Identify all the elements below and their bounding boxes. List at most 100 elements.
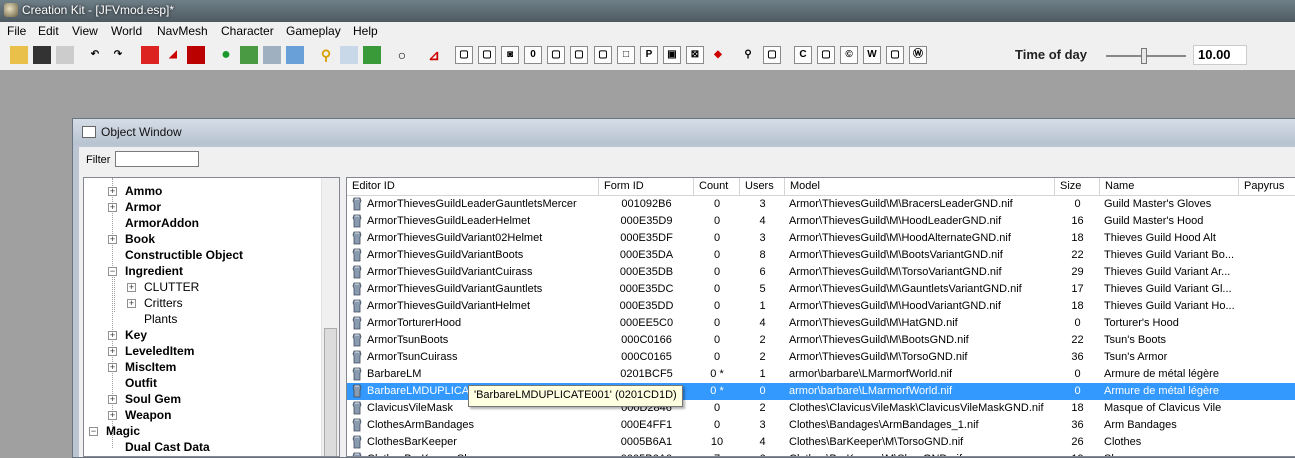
open-icon[interactable]: [10, 46, 28, 64]
cell-model: Clothes\BarKeeper\M\TorsoGND.nif: [789, 436, 964, 448]
category-tree[interactable]: + Ammo + Armor ArmorAddon + Book Constructible …: [83, 177, 340, 457]
table-row[interactable]: ArmorThievesGuildVariant02Helmet 000E35DF…: [347, 230, 1295, 247]
armor-icon: [350, 214, 364, 228]
cube-outline-icon[interactable]: ▢: [547, 46, 565, 64]
table-row[interactable]: ArmorThievesGuildVariantBoots 000E35DA 0 8 A…: [347, 247, 1295, 264]
cell-count: 0: [713, 419, 721, 431]
collapse-icon[interactable]: −: [89, 427, 98, 436]
expand-icon[interactable]: +: [108, 187, 117, 196]
expand-icon[interactable]: +: [108, 395, 117, 404]
table-row[interactable]: ArmorThievesGuildVariantGauntlets 000E35D…: [347, 281, 1295, 298]
toolbar-p-button[interactable]: P: [640, 46, 658, 64]
cell-editor-id: ArmorThievesGuildVariantHelmet: [367, 300, 531, 312]
save-icon[interactable]: [33, 46, 51, 64]
expand-icon[interactable]: +: [108, 331, 117, 340]
menu-world[interactable]: World: [111, 24, 142, 38]
column-header-form-id[interactable]: Form ID: [599, 178, 694, 195]
table-row[interactable]: ArmorTorturerHood 000EE5C0 0 4 Armor\Thieves…: [347, 315, 1295, 332]
expand-icon[interactable]: +: [108, 235, 117, 244]
table-row[interactable]: ArmorThievesGuildVariantCuirass 000E35DB 0…: [347, 264, 1295, 281]
table-row[interactable]: BarbareLM 0201BCF5 0 * 1 armor\barbare\LMarm…: [347, 366, 1295, 383]
menu-character[interactable]: Character: [221, 24, 274, 38]
toolbar-c-button[interactable]: C: [794, 46, 812, 64]
cube-c-icon[interactable]: ▢: [817, 46, 835, 64]
undo-icon[interactable]: ↶: [86, 46, 104, 64]
menu-view[interactable]: View: [72, 24, 98, 38]
expand-icon[interactable]: +: [108, 203, 117, 212]
circle-zero-icon[interactable]: 0: [524, 46, 542, 64]
toolbar-w-button[interactable]: W: [863, 46, 881, 64]
cube-small-icon[interactable]: ▢: [594, 46, 612, 64]
expand-icon[interactable]: +: [108, 347, 117, 356]
expand-icon[interactable]: +: [127, 299, 136, 308]
colored-nodes-icon[interactable]: ◆: [709, 46, 727, 64]
angle-icon[interactable]: ⊿: [425, 46, 443, 64]
filter-input[interactable]: [115, 151, 199, 167]
cube-camera-icon[interactable]: ▢: [763, 46, 781, 64]
render-window-icon[interactable]: [141, 46, 159, 64]
cell-model: Clothes\Bandages\ArmBandages_1.nif: [789, 419, 979, 431]
square-dot-icon[interactable]: ▣: [663, 46, 681, 64]
speech-bubble-icon[interactable]: ○: [393, 46, 411, 64]
table-row[interactable]: ClothesArmBandages 000E4FF1 0 3 Clothes\Band…: [347, 417, 1295, 434]
cell-users: 3: [759, 232, 766, 244]
table-row[interactable]: ClothesBarKeeper 0005B6A1 10 4 Clothes\BarKe…: [347, 434, 1295, 451]
menu-edit[interactable]: Edit: [38, 24, 59, 38]
menu-file[interactable]: File: [7, 24, 26, 38]
pin-icon[interactable]: ⚲: [739, 46, 757, 64]
landscape-icon[interactable]: [240, 46, 258, 64]
column-header-count[interactable]: Count: [694, 178, 740, 195]
object-window: Object Window Filter + Ammo + Armor ArmorAdd…: [72, 118, 1295, 458]
grass-icon[interactable]: [363, 46, 381, 64]
redo-icon[interactable]: ↷: [109, 46, 127, 64]
time-of-day-value[interactable]: 10.00: [1193, 45, 1247, 65]
object-list[interactable]: Editor ID Form ID Count Users Model Size Name P…: [346, 177, 1295, 457]
cell-editor-id: ArmorThievesGuildVariantBoots: [367, 249, 524, 261]
triangle-icon[interactable]: ◢: [164, 46, 182, 64]
square-icon[interactable]: □: [617, 46, 635, 64]
cube-m-icon[interactable]: ▢: [478, 46, 496, 64]
tree-item-label: Plants: [144, 312, 178, 326]
table-row[interactable]: ArmorThievesGuildLeaderGauntletsMercer 00…: [347, 196, 1295, 213]
table-row[interactable]: ClothesBarKeeperShoes0005B6A076Clothes\B…: [347, 451, 1295, 456]
markers-icon[interactable]: [187, 46, 205, 64]
circle-w-icon[interactable]: Ⓦ: [909, 46, 927, 64]
cube-w-icon[interactable]: ▢: [886, 46, 904, 64]
menu-help[interactable]: Help: [353, 24, 378, 38]
cross-box-icon[interactable]: ⊠: [686, 46, 704, 64]
copyright-icon[interactable]: ©: [840, 46, 858, 64]
table-row[interactable]: ArmorTsunCuirass 000C0165 0 2 Armor\ThievesG…: [347, 349, 1295, 366]
column-header-users[interactable]: Users: [740, 178, 785, 195]
column-header-name[interactable]: Name: [1100, 178, 1239, 195]
menu-navmesh[interactable]: NavMesh: [157, 24, 208, 38]
tree-scrollbar-thumb[interactable]: [324, 328, 337, 456]
cell-size: 36: [1071, 351, 1084, 363]
havok-icon[interactable]: [263, 46, 281, 64]
light-bulb-icon[interactable]: ⚲: [317, 46, 335, 64]
cell-users: 3: [759, 419, 766, 431]
column-header-papyrus[interactable]: Papyrus: [1239, 178, 1295, 195]
cell-users: 4: [759, 436, 766, 448]
expand-icon[interactable]: +: [108, 411, 117, 420]
table-row[interactable]: ArmorThievesGuildVariantHelmet 000E35DD 0 1…: [347, 298, 1295, 315]
cube-icon[interactable]: ▢: [455, 46, 473, 64]
preferences-icon[interactable]: [56, 46, 74, 64]
tree-scrollbar[interactable]: [321, 178, 339, 456]
expand-icon[interactable]: +: [127, 283, 136, 292]
table-row[interactable]: ArmorThievesGuildLeaderHelmet 000E35D9 0 4 A…: [347, 213, 1295, 230]
fx-icon[interactable]: [286, 46, 304, 64]
cube-copy-icon[interactable]: ▢: [570, 46, 588, 64]
time-of-day-slider-thumb[interactable]: [1141, 48, 1147, 64]
expand-icon[interactable]: +: [108, 363, 117, 372]
cell-size: 22: [1071, 334, 1084, 346]
column-header-model[interactable]: Model: [785, 178, 1055, 195]
sky-icon[interactable]: [340, 46, 358, 64]
sphere-icon[interactable]: ●: [217, 46, 235, 64]
cube-circle-icon[interactable]: ◙: [501, 46, 519, 64]
column-header-size[interactable]: Size: [1055, 178, 1100, 195]
menu-gameplay[interactable]: Gameplay: [286, 24, 341, 38]
column-header-editor-id[interactable]: Editor ID: [347, 178, 599, 195]
table-row[interactable]: ArmorTsunBoots 000C0166 0 2 Armor\ThievesGui…: [347, 332, 1295, 349]
collapse-icon[interactable]: −: [108, 267, 117, 276]
object-window-titlebar[interactable]: Object Window: [73, 119, 1295, 145]
